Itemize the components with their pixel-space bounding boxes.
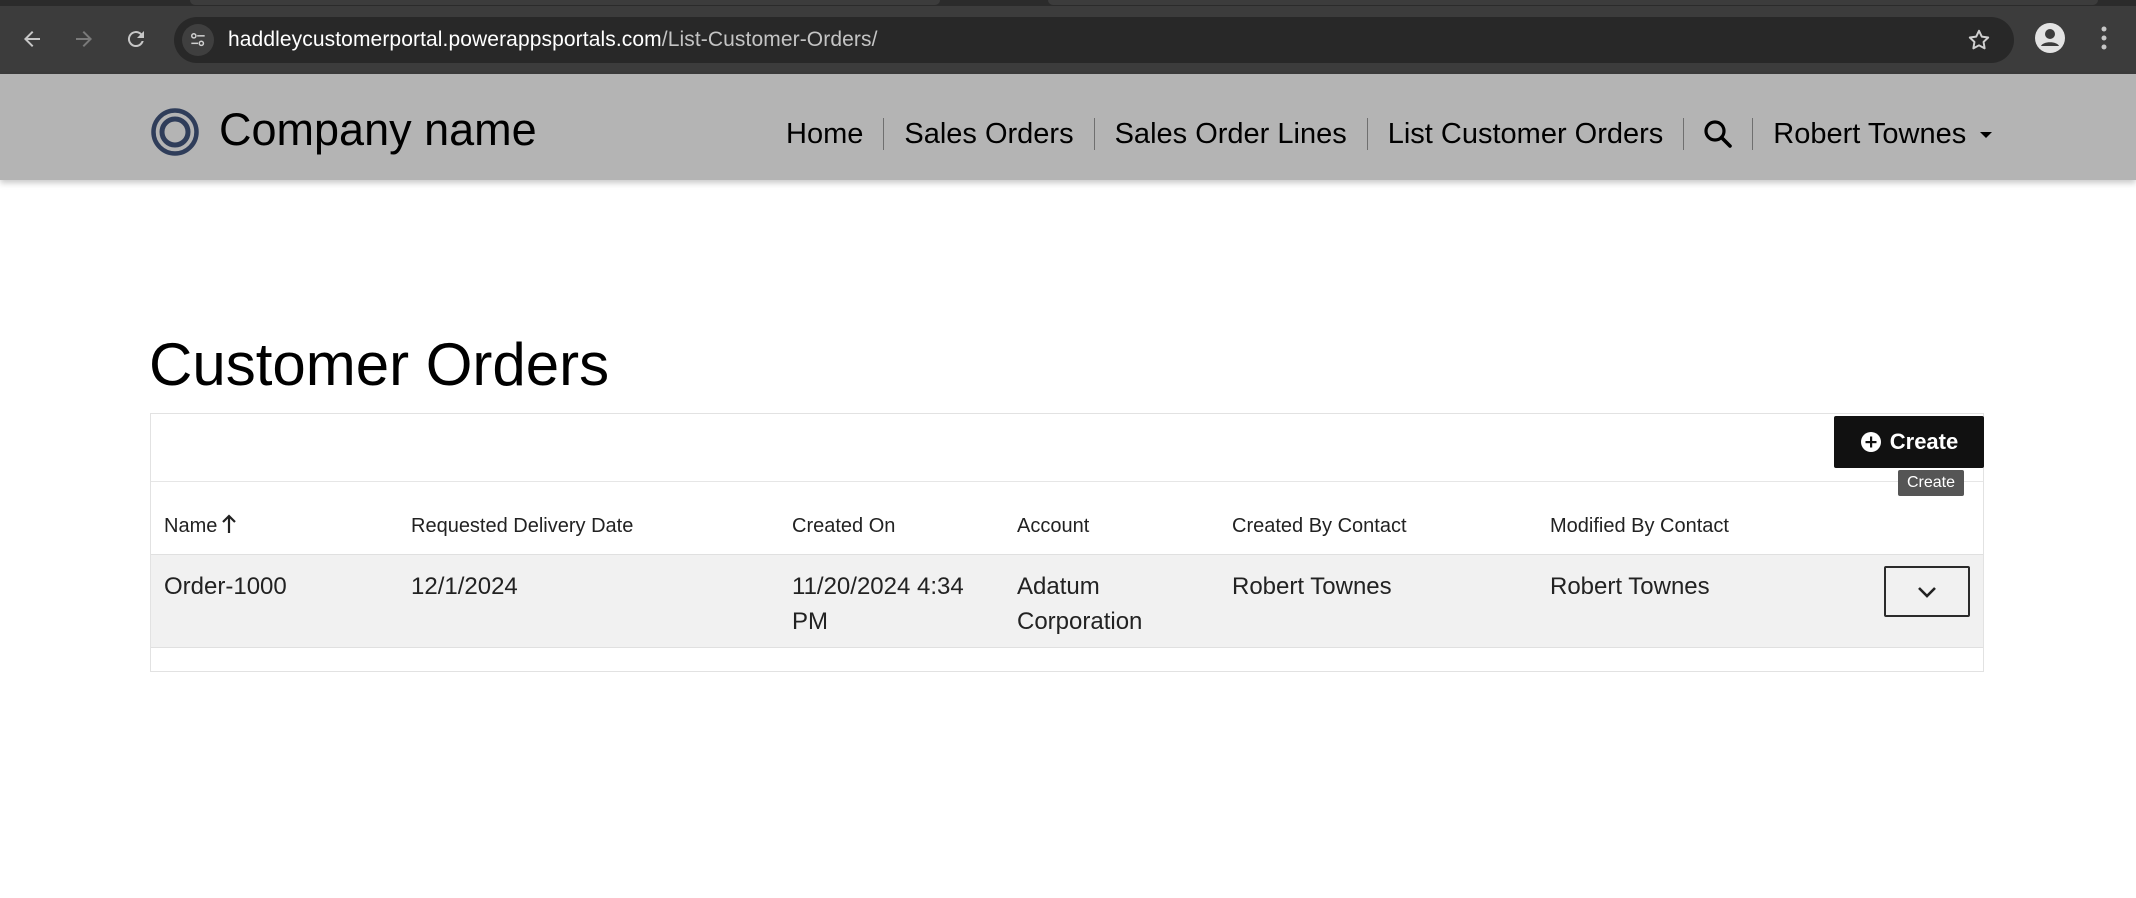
cell-created-on-line: PM bbox=[792, 608, 828, 635]
company-logo-icon[interactable] bbox=[151, 108, 199, 156]
back-arrow-icon[interactable] bbox=[14, 21, 50, 57]
column-header-label: Name bbox=[164, 515, 218, 537]
create-button-label: Create bbox=[1889, 429, 1959, 454]
reload-icon[interactable] bbox=[118, 21, 154, 57]
table-row[interactable]: Order-1000 12/1/2024 11/20/2024 4:34 PM … bbox=[151, 554, 1983, 648]
main-nav: Home Sales Orders Sales Order Lines List… bbox=[766, 114, 2012, 154]
url-host: haddleycustomerportal.powerappsportals.c… bbox=[228, 28, 662, 51]
search-icon[interactable] bbox=[1684, 114, 1752, 154]
star-icon[interactable] bbox=[1966, 27, 1992, 53]
column-header-account[interactable]: Account bbox=[1017, 514, 1089, 538]
page-title: Customer Orders bbox=[149, 331, 610, 398]
cell-name[interactable]: Order-1000 bbox=[164, 569, 287, 604]
row-actions-button[interactable] bbox=[1884, 566, 1970, 617]
create-button[interactable]: Create bbox=[1834, 416, 1984, 468]
caret-down-icon bbox=[1980, 132, 1993, 139]
browser-tab[interactable] bbox=[1048, 0, 2098, 5]
cell-created-on-line: 11/20/2024 4:34 bbox=[792, 573, 964, 600]
site-settings-icon[interactable] bbox=[182, 24, 214, 56]
address-bar[interactable]: haddleycustomerportal.powerappsportals.c… bbox=[174, 17, 2014, 63]
cell-account[interactable]: Adatum Corporation bbox=[1017, 569, 1142, 639]
column-header-name[interactable]: Name bbox=[164, 514, 237, 538]
create-tooltip: Create bbox=[1898, 470, 1965, 496]
column-header-modified-by-contact[interactable]: Modified By Contact bbox=[1550, 514, 1729, 538]
user-name: Robert Townes bbox=[1773, 118, 1967, 150]
cell-modified-by-contact[interactable]: Robert Townes bbox=[1550, 569, 1710, 604]
column-header-created-on[interactable]: Created On bbox=[792, 514, 895, 538]
cell-account-line: Corporation bbox=[1017, 608, 1143, 635]
cell-requested-delivery-date: 12/1/2024 bbox=[411, 573, 518, 600]
browser-chrome: haddleycustomerportal.powerappsportals.c… bbox=[0, 0, 2136, 74]
more-vert-icon[interactable] bbox=[2092, 22, 2116, 54]
cell-created-by-contact[interactable]: Robert Townes bbox=[1232, 569, 1392, 604]
brand-name[interactable]: Company name bbox=[219, 104, 537, 156]
column-header-requested-delivery-date[interactable]: Requested Delivery Date bbox=[411, 514, 633, 538]
nav-list-customer-orders[interactable]: List Customer Orders bbox=[1368, 114, 1684, 154]
orders-grid: Create Create Name Requested Delivery Da… bbox=[150, 413, 1984, 672]
sort-ascending-icon bbox=[222, 514, 237, 533]
url-path: /List-Customer-Orders/ bbox=[661, 28, 878, 51]
chevron-down-icon bbox=[1918, 586, 1936, 598]
browser-tab[interactable] bbox=[190, 0, 940, 5]
nav-sales-order-lines[interactable]: Sales Order Lines bbox=[1095, 114, 1367, 154]
site-header: Company name Home Sales Orders Sales Ord… bbox=[0, 74, 2136, 180]
cell-account-line: Adatum bbox=[1017, 573, 1100, 600]
nav-home[interactable]: Home bbox=[766, 114, 883, 154]
url-text[interactable]: haddleycustomerportal.powerappsportals.c… bbox=[228, 28, 878, 52]
nav-sales-orders[interactable]: Sales Orders bbox=[884, 114, 1093, 154]
cell-created-on: 11/20/2024 4:34 PM bbox=[792, 569, 964, 639]
user-menu[interactable]: Robert Townes bbox=[1753, 114, 2012, 154]
forward-arrow-icon[interactable] bbox=[66, 21, 102, 57]
column-header-created-by-contact[interactable]: Created By Contact bbox=[1232, 514, 1407, 538]
grid-toolbar: Create Create bbox=[151, 414, 1984, 496]
plus-circle-icon bbox=[1860, 432, 1881, 452]
profile-icon[interactable] bbox=[2034, 22, 2066, 54]
